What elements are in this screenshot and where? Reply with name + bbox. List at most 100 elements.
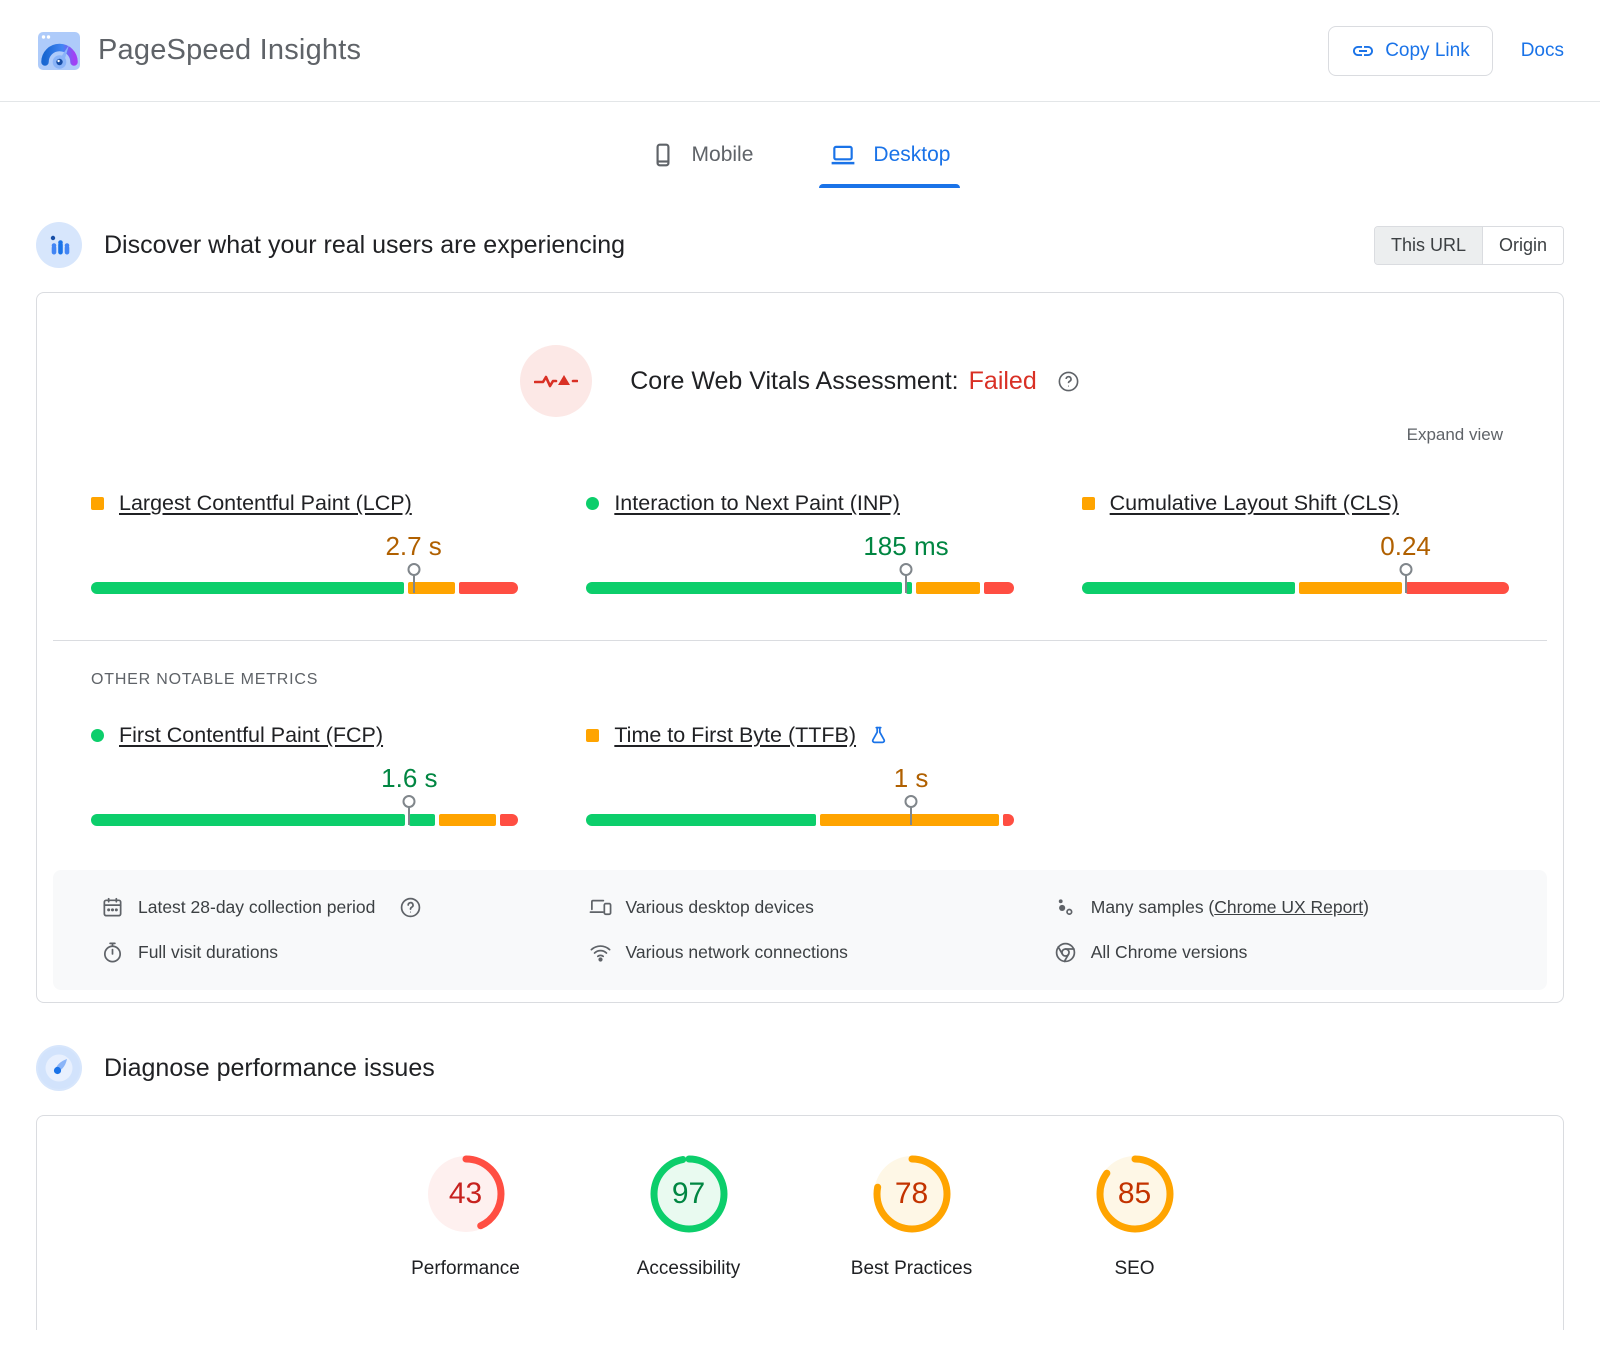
bar-segment-good [1082, 582, 1296, 594]
metric: Largest Contentful Paint (LCP) 2.7 s [91, 491, 518, 594]
bar-segment-poor [459, 582, 519, 594]
bar-segment-average [439, 814, 497, 826]
bar-segment-poor [984, 582, 1014, 594]
collection-info-panel: Latest 28-day collection period Various … [53, 870, 1547, 990]
field-data-icon [36, 222, 82, 268]
metric: Time to First Byte (TTFB) 1 s [586, 723, 1013, 826]
data-source-note: Full visit durations [101, 941, 569, 964]
copy-link-label: Copy Link [1385, 40, 1470, 62]
score-value: 78 [870, 1152, 954, 1236]
other-metrics-row: First Contentful Paint (FCP) 1.6 s Time … [37, 723, 1563, 826]
p75-marker-pin [905, 572, 907, 593]
metric-value: 185 ms [863, 531, 948, 562]
metric-distribution-bar: 1.6 s [91, 752, 518, 826]
metric-distribution-bar: 2.7 s [91, 520, 518, 594]
score-value: 97 [647, 1152, 731, 1236]
bar-segment-poor [1003, 814, 1014, 826]
metric-distribution-bar: 0.24 [1082, 520, 1509, 594]
tab-mobile-label: Mobile [692, 143, 754, 167]
data-source-note: Many samples (Chrome UX Report) [1054, 896, 1499, 919]
brand[interactable]: PageSpeed Insights [36, 30, 361, 72]
bar-segment-good [586, 582, 901, 594]
bar-segment-average [1299, 582, 1402, 594]
chrome-ux-report-link[interactable]: Chrome UX Report [1214, 897, 1363, 917]
p75-marker-pin [910, 804, 912, 825]
metric-value: 1 s [894, 763, 929, 794]
bar-segment-poor [500, 814, 518, 826]
help-icon[interactable] [1057, 370, 1080, 393]
url-origin-toggle: This URL Origin [1374, 226, 1564, 265]
bar-segment-good [91, 582, 404, 594]
metric: Interaction to Next Paint (INP) 185 ms [586, 491, 1013, 594]
smartphone-icon [650, 142, 676, 168]
app-header: PageSpeed Insights Copy Link Docs [0, 0, 1600, 102]
toggle-origin[interactable]: Origin [1483, 227, 1563, 264]
toggle-this-url[interactable]: This URL [1375, 227, 1483, 264]
strategy-tabbar: Mobile Desktop [0, 128, 1600, 188]
category-score-gauge[interactable]: 78 Best Practices [852, 1152, 972, 1280]
bar-segment-good [91, 814, 405, 826]
score-label: SEO [1114, 1258, 1154, 1280]
calendar-icon [101, 896, 124, 919]
core-metrics-row: Largest Contentful Paint (LCP) 2.7 s Int… [37, 491, 1563, 594]
expand-view-link[interactable]: Expand view [1407, 425, 1503, 444]
metric-status-bullet [1082, 497, 1095, 510]
data-source-note: Latest 28-day collection period [101, 896, 569, 919]
score-label: Accessibility [637, 1258, 740, 1280]
metric: Cumulative Layout Shift (CLS) 0.24 [1082, 491, 1509, 594]
category-score-gauge[interactable]: 43 Performance [406, 1152, 526, 1280]
tab-desktop[interactable]: Desktop [819, 128, 960, 188]
bar-segment-poor [1406, 582, 1509, 594]
laptop-icon [829, 142, 857, 168]
metric-name-link[interactable]: Interaction to Next Paint (INP) [614, 491, 900, 516]
help-icon[interactable] [399, 896, 422, 919]
p75-marker-pin [413, 572, 415, 593]
cwv-assessment-label: Core Web Vitals Assessment: [630, 367, 958, 396]
metric-status-bullet [91, 497, 104, 510]
category-score-gauge[interactable]: 97 Accessibility [629, 1152, 749, 1280]
link-icon [1351, 39, 1375, 63]
p75-marker-pin [408, 804, 410, 825]
diagnose-section-title: Diagnose performance issues [104, 1054, 435, 1083]
score-gauges-row: 43 Performance 97 Accessibility 78 Best … [37, 1152, 1563, 1280]
p75-marker-pin [1405, 572, 1407, 593]
diagnose-icon [36, 1045, 82, 1091]
bar-segment-average [916, 582, 980, 594]
metric-status-bullet [91, 729, 104, 742]
score-value: 85 [1093, 1152, 1177, 1236]
field-section-title: Discover what your real users are experi… [104, 231, 625, 260]
copy-link-button[interactable]: Copy Link [1328, 26, 1493, 76]
category-score-gauge[interactable]: 85 SEO [1075, 1152, 1195, 1280]
bar-segment-average [408, 582, 455, 594]
metric-name-link[interactable]: Time to First Byte (TTFB) [614, 723, 856, 748]
cwv-failed-icon [520, 345, 592, 417]
metric-value: 0.24 [1380, 531, 1431, 562]
metric-value: 2.7 s [385, 531, 441, 562]
score-label: Best Practices [851, 1258, 972, 1280]
metric-name-link[interactable]: Cumulative Layout Shift (CLS) [1110, 491, 1399, 516]
metric-name-link[interactable]: Largest Contentful Paint (LCP) [119, 491, 412, 516]
metric-name-link[interactable]: First Contentful Paint (FCP) [119, 723, 383, 748]
desktop-devices-icon [589, 896, 612, 919]
stopwatch-icon [101, 941, 124, 964]
diagnose-card: 43 Performance 97 Accessibility 78 Best … [36, 1115, 1564, 1330]
field-data-card: Core Web Vitals Assessment: Failed Expan… [36, 292, 1564, 1003]
data-source-note: Various desktop devices [589, 896, 1034, 919]
metric-status-bullet [586, 729, 599, 742]
data-source-note: All Chrome versions [1054, 941, 1499, 964]
score-label: Performance [411, 1258, 520, 1280]
experimental-flask-icon[interactable] [868, 724, 889, 747]
chrome-icon [1054, 941, 1077, 964]
metric-status-bullet [586, 497, 599, 510]
tab-mobile[interactable]: Mobile [640, 128, 764, 188]
docs-link[interactable]: Docs [1521, 40, 1564, 62]
bar-segment-good [586, 814, 816, 826]
app-title: PageSpeed Insights [98, 34, 361, 67]
samples-icon [1054, 896, 1077, 919]
other-metrics-heading: OTHER NOTABLE METRICS [91, 671, 1563, 689]
pagespeed-logo-icon [36, 30, 82, 72]
metric-distribution-bar: 185 ms [586, 520, 1013, 594]
metric-distribution-bar: 1 s [586, 752, 1013, 826]
cwv-result: Failed [969, 367, 1037, 396]
score-value: 43 [424, 1152, 508, 1236]
